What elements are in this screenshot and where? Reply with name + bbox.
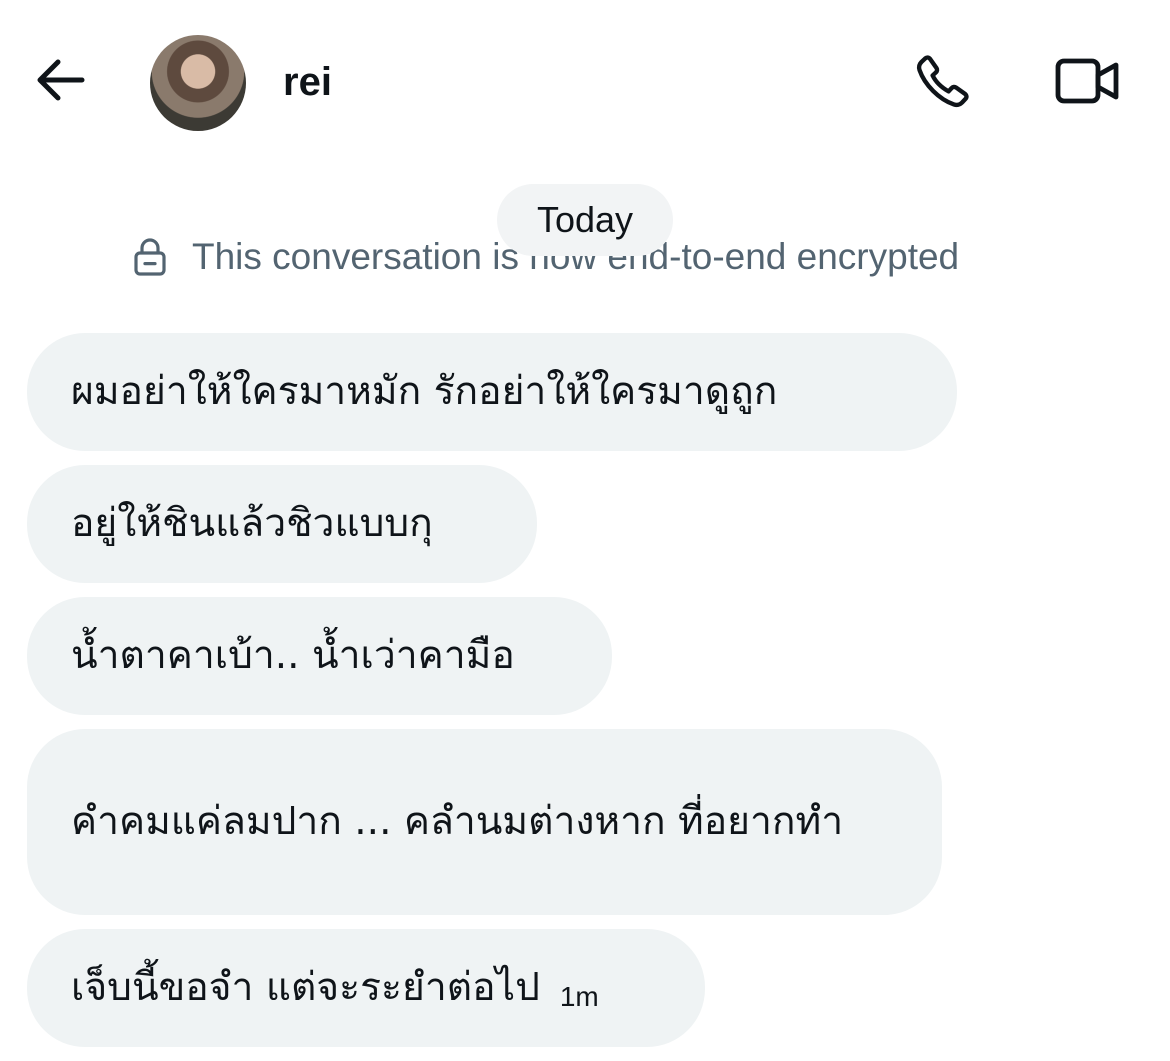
message-bubble[interactable]: อยู่ให้ชินแล้วชิวแบบกุ xyxy=(27,465,537,583)
video-camera-icon xyxy=(1054,55,1122,111)
message-list: ผมอย่าให้ใครมาหมัก รักอย่าให้ใครมาดูถูก … xyxy=(27,333,1127,1061)
message-text: คำคมแค่ลมปาก ... คลำนมต่างหาก ที่อยากทำ xyxy=(71,799,844,844)
message-text: อยู่ให้ชินแล้วชิวแบบกุ xyxy=(71,501,433,546)
message-text: ผมอย่าให้ใครมาหมัก รักอย่าให้ใครมาดูถูก xyxy=(71,369,778,414)
arrow-left-icon xyxy=(34,58,86,106)
message-bubble[interactable]: เจ็บนี้ขอจำ แต่จะระยำต่อไป 1m xyxy=(27,929,705,1047)
message-timestamp: 1m xyxy=(559,981,599,1012)
call-button[interactable] xyxy=(910,50,976,116)
message-bubble[interactable]: ผมอย่าให้ใครมาหมัก รักอย่าให้ใครมาดูถูก xyxy=(27,333,957,451)
message-text: น้ำตาคาเบ้า.. น้ำเว่าคามือ xyxy=(71,633,515,678)
phone-icon xyxy=(914,52,972,114)
contact-name[interactable]: rei xyxy=(283,58,332,106)
conversation-header: rei xyxy=(0,0,1170,160)
date-separator: Today xyxy=(497,184,673,256)
message-bubble[interactable]: น้ำตาคาเบ้า.. น้ำเว่าคามือ xyxy=(27,597,612,715)
avatar[interactable] xyxy=(150,35,246,131)
back-button[interactable] xyxy=(30,52,90,112)
message-text: เจ็บนี้ขอจำ แต่จะระยำต่อไป xyxy=(71,965,540,1010)
message-bubble[interactable]: คำคมแค่ลมปาก ... คลำนมต่างหาก ที่อยากทำ xyxy=(27,729,942,915)
lock-icon xyxy=(130,235,170,279)
video-call-button[interactable] xyxy=(1050,50,1126,116)
